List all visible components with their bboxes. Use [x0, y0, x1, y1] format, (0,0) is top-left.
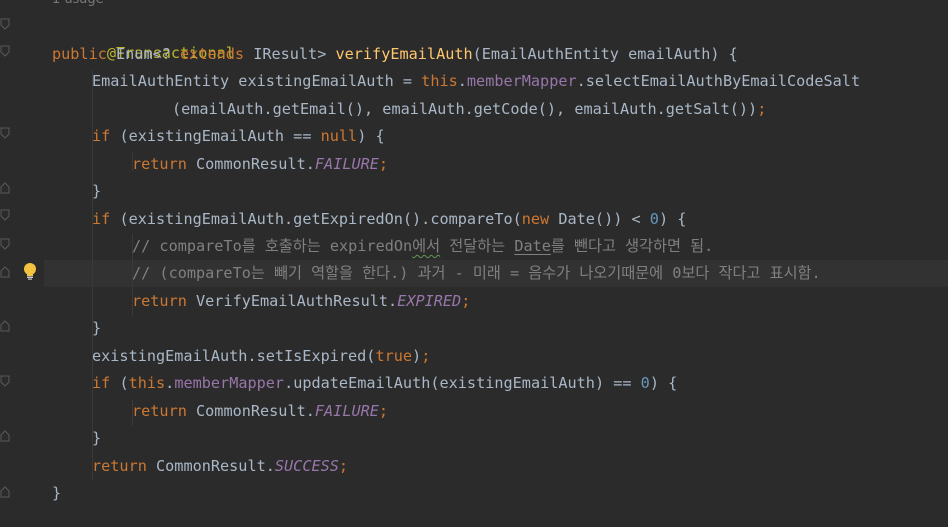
dot-token: . — [457, 72, 467, 90]
args-token: (emailAuth.getEmail(), emailAuth.getCode… — [172, 100, 758, 118]
code-line: EmailAuthEntity existingEmailAuth = this… — [92, 68, 860, 95]
semicolon-token: ; — [757, 100, 767, 118]
code-line: return CommonResult.SUCCESS; — [92, 453, 348, 480]
declaration-token: EmailAuthEntity existingEmailAuth = — [92, 72, 422, 90]
comment-line: // compareTo를 호출하는 expiredOn에서 전달하는 Date… — [132, 233, 713, 260]
dot-token: . — [165, 374, 175, 392]
keyword-token: public — [52, 45, 107, 63]
keyword-token: if — [92, 374, 111, 392]
reference-token[interactable]: Date — [514, 237, 551, 255]
code-editor[interactable]: 1 usage @Transactional public Enum<? ext… — [0, 0, 948, 527]
fold-marker-icon[interactable] — [0, 127, 10, 139]
keyword-token: this — [128, 374, 166, 392]
brace-token: } — [52, 484, 62, 502]
brace-token: } — [92, 182, 102, 200]
comment-token: expiredOn — [329, 237, 413, 255]
code-line: return VerifyEmailAuthResult.EXPIRED; — [132, 288, 470, 315]
class-token: VerifyEmailAuthResult. — [186, 292, 398, 310]
class-token: CommonResult. — [146, 457, 275, 475]
code-line: public Enum<? extends IResult> verifyEma… — [52, 41, 738, 68]
number-token: 0 — [649, 210, 659, 228]
keyword-token: return — [132, 402, 187, 420]
type-token: IResult> — [244, 45, 336, 63]
semicolon-token: ; — [421, 347, 431, 365]
keyword-token: this — [421, 72, 458, 90]
code-line: } — [92, 425, 101, 452]
fold-marker-icon[interactable] — [0, 266, 10, 278]
number-token: 0 — [640, 374, 650, 392]
paren-token: ) — [412, 347, 422, 365]
comment-token: // compareTo를 호출하는 — [132, 237, 330, 255]
code-line: } — [92, 315, 101, 342]
keyword-token: if — [92, 127, 111, 145]
semicolon-token: ; — [461, 292, 471, 310]
keyword-token: true — [375, 347, 413, 365]
call-token: .updateEmailAuth(existingEmailAuth) == — [284, 374, 641, 392]
comment-token: 를 뺀다고 생각하면 됨. — [550, 237, 714, 255]
fold-marker-icon[interactable] — [0, 320, 10, 332]
constant-token: FAILURE — [314, 402, 379, 420]
semicolon-token: ; — [378, 402, 389, 420]
fold-marker-icon[interactable] — [0, 375, 10, 387]
keyword-token: return — [92, 457, 147, 475]
field-token: memberMapper — [466, 72, 577, 90]
fold-marker-icon[interactable] — [0, 45, 10, 57]
type-token: Enum<? — [106, 45, 181, 63]
field-token: memberMapper — [174, 374, 285, 392]
code-line: } — [52, 480, 61, 507]
fold-marker-icon[interactable] — [0, 430, 10, 442]
fold-marker-icon[interactable] — [0, 18, 10, 30]
paren-token: ( — [110, 374, 129, 392]
semicolon-token: ; — [378, 155, 389, 173]
code-line: (emailAuth.getEmail(), emailAuth.getCode… — [172, 96, 766, 123]
comment-line: // (compareTo는 빼기 역할을 한다.) 과거 - 미래 = 음수가… — [132, 260, 821, 287]
date-token: Date()) < — [549, 210, 650, 228]
class-token: CommonResult. — [186, 402, 315, 420]
keyword-token: null — [320, 127, 358, 145]
constant-token: EXPIRED — [397, 292, 462, 310]
keyword-token: new — [521, 210, 550, 228]
code-line: return CommonResult.FAILURE; — [132, 151, 388, 178]
code-line: if (this.memberMapper.updateEmailAuth(ex… — [92, 370, 677, 397]
brace-token: ) { — [357, 127, 385, 145]
code-line: @Transactional — [52, 13, 235, 62]
comment-token: // (compareTo는 빼기 역할을 한다.) 과거 - 미래 = 음수가… — [132, 264, 821, 282]
brace-token: ) { — [658, 210, 687, 228]
condition-token: (existingEmailAuth.getExpiredOn().compar… — [110, 210, 522, 228]
constant-token: FAILURE — [314, 155, 379, 173]
comment-token: 전달하는 — [440, 237, 515, 255]
keyword-token: return — [132, 292, 187, 310]
brace-token: } — [92, 319, 102, 337]
condition-token: (existingEmailAuth == — [110, 127, 321, 145]
usage-hint[interactable]: 1 usage — [52, 0, 104, 9]
code-line: if (existingEmailAuth == null) { — [92, 123, 385, 150]
keyword-token: if — [92, 210, 111, 228]
code-line: existingEmailAuth.setIsExpired(true); — [92, 343, 430, 370]
method-name-token: verifyEmailAuth — [335, 45, 473, 63]
fold-marker-icon[interactable] — [0, 238, 10, 250]
semicolon-token: ; — [338, 457, 349, 475]
typo-underline-token[interactable]: 에서 — [412, 237, 440, 255]
keyword-token: return — [132, 155, 187, 173]
editor-gutter — [0, 0, 44, 527]
code-line: return CommonResult.FAILURE; — [132, 398, 388, 425]
keyword-token: extends — [180, 45, 245, 63]
code-line: if (existingEmailAuth.getExpiredOn().com… — [92, 206, 686, 233]
params-token: (EmailAuthEntity emailAuth) { — [472, 45, 738, 63]
constant-token: SUCCESS — [274, 457, 339, 475]
call-token: existingEmailAuth.setIsExpired( — [92, 347, 376, 365]
fold-marker-icon[interactable] — [0, 486, 10, 498]
brace-token: ) { — [649, 374, 678, 392]
brace-token: } — [92, 429, 102, 447]
code-line: } — [92, 178, 101, 205]
call-token: .selectEmailAuthByEmailCodeSalt — [576, 72, 861, 90]
fold-marker-icon[interactable] — [0, 209, 10, 221]
class-token: CommonResult. — [186, 155, 315, 173]
lightbulb-intention-icon[interactable] — [22, 262, 38, 280]
fold-marker-icon[interactable] — [0, 182, 10, 194]
